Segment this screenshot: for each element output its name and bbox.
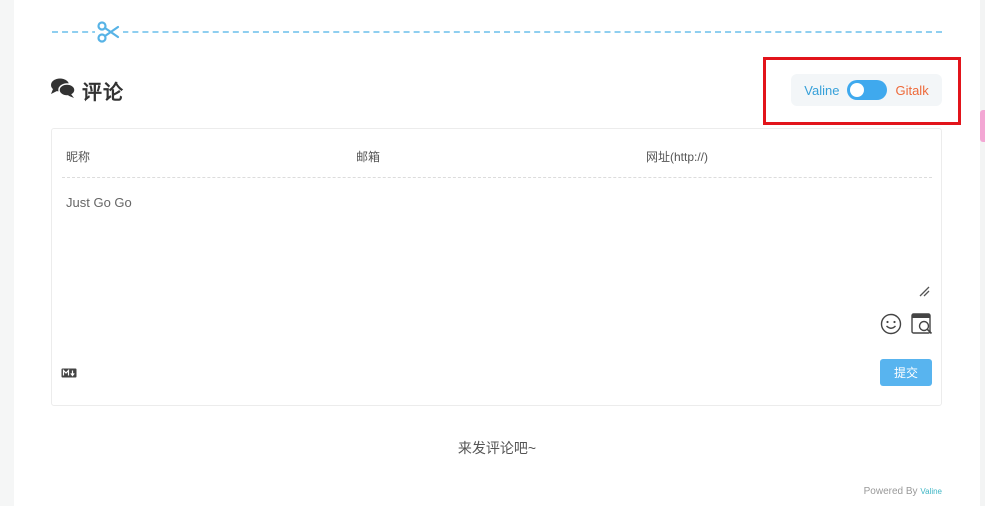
page-content: 评论 Valine Gitalk 昵称 邮箱 网址(http://) Just … <box>14 0 980 506</box>
resize-grip-icon[interactable] <box>918 284 930 297</box>
email-input[interactable] <box>352 141 640 173</box>
powered-by: Powered By Valine <box>864 486 942 497</box>
markdown-icon[interactable] <box>61 365 77 378</box>
empty-comments-message: 来发评论吧~ <box>457 440 537 456</box>
powered-by-brand-link[interactable]: Valine <box>920 487 942 496</box>
right-margin <box>980 0 985 506</box>
powered-by-prefix: Powered By <box>863 486 918 497</box>
comment-form-header <box>62 141 932 178</box>
submit-button[interactable]: 提交 <box>880 359 932 386</box>
side-tab[interactable] <box>980 110 985 142</box>
comments-title: 评论 <box>82 81 124 104</box>
left-margin <box>0 0 14 506</box>
dashed-divider <box>52 31 942 33</box>
website-input[interactable] <box>642 141 930 173</box>
comment-textarea[interactable] <box>62 191 938 309</box>
comments-heading: 评论 <box>50 76 124 104</box>
preview-icon[interactable] <box>911 313 935 335</box>
comment-form: 提交 <box>51 128 942 406</box>
nickname-input[interactable] <box>62 141 350 173</box>
highlight-box <box>763 57 961 125</box>
scissors-icon <box>95 21 123 43</box>
comments-icon <box>50 77 76 104</box>
emoji-icon[interactable] <box>880 313 902 335</box>
